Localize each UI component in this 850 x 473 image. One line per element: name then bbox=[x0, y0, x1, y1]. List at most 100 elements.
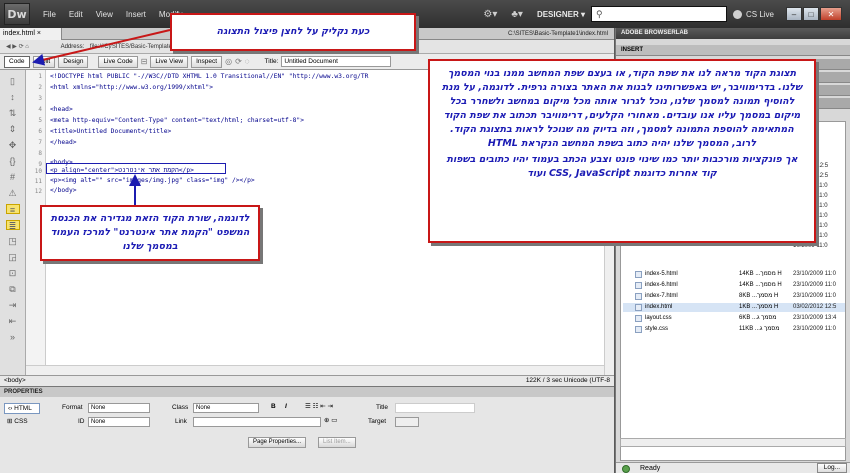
line-number: 1 bbox=[38, 73, 42, 80]
code-line: <meta http-equiv="Content-Type" content=… bbox=[50, 117, 305, 124]
title-input[interactable]: Untitled Document bbox=[281, 56, 392, 67]
file-name: index-7.html bbox=[645, 293, 678, 299]
file-row[interactable]: index-7.html 8KB ...מסמך H 23/10/2009 11:0 bbox=[623, 292, 845, 301]
insert-tab[interactable]: INSERT bbox=[616, 45, 850, 56]
file-size: 6KB ...מסמך ג bbox=[739, 315, 777, 321]
coding-toolbar: ▯ ↕ ⇅ ⇕ ✥ {} # ⚠ ≡ ≣ ◳ ◲ ⊡ ⧉ ⇥ ⇤ » bbox=[0, 70, 26, 375]
target-select[interactable] bbox=[395, 417, 419, 427]
bold-button[interactable]: B bbox=[271, 403, 276, 410]
point-to-file-icon[interactable]: ⊕ ▭ bbox=[324, 416, 337, 424]
multiscreen-icon[interactable]: ⊟ bbox=[141, 57, 148, 66]
file-row[interactable]: index-5.html 14KB ...מסמך H 23/10/2009 11:… bbox=[623, 270, 845, 279]
search-icon: ⚲ bbox=[595, 8, 603, 19]
maximize-button[interactable]: □ bbox=[803, 7, 819, 21]
line-number: 9 bbox=[38, 161, 42, 168]
balance-braces-icon[interactable]: {} bbox=[6, 156, 20, 166]
gear-icon[interactable]: ⚙▾ bbox=[483, 9, 497, 20]
file-date: 23/10/2009 11:0 bbox=[793, 282, 836, 288]
file-size: 1KB ...מסמך H bbox=[739, 304, 779, 310]
snippets-icon[interactable]: ⧉ bbox=[6, 284, 20, 294]
class-select[interactable]: None bbox=[193, 403, 259, 413]
files-horizontal-scrollbar[interactable] bbox=[620, 438, 846, 447]
search-input[interactable]: ⚲ bbox=[590, 6, 727, 22]
word-wrap-icon[interactable]: ≣ bbox=[5, 220, 20, 231]
highlight-invalid-icon[interactable]: ⚠ bbox=[6, 188, 20, 198]
cs-live-button[interactable]: CS Live bbox=[732, 9, 774, 19]
format-select[interactable]: None bbox=[88, 403, 150, 413]
visual-aids-icon[interactable]: ◌ bbox=[245, 57, 250, 66]
line-number: 3 bbox=[38, 95, 42, 102]
workspace-switcher[interactable]: DESIGNER ▾ bbox=[537, 10, 585, 19]
indent-icon[interactable]: ⇥ bbox=[6, 300, 20, 310]
refresh-icon[interactable]: ⟳ bbox=[235, 57, 242, 66]
menu-file[interactable]: File bbox=[43, 10, 56, 19]
title-prop-label: Title bbox=[376, 404, 389, 411]
files-status-bar: Ready Log... bbox=[616, 462, 850, 473]
code-line: <title>Untitled Document</title> bbox=[50, 128, 172, 135]
file-name: index-5.html bbox=[645, 271, 678, 277]
file-row[interactable]: layout.css 6KB ...מסמך ג 23/10/2009 13:4 bbox=[623, 314, 845, 323]
file-size: 11KB ...מסמך ג bbox=[739, 326, 780, 332]
inspect-button[interactable]: Inspect bbox=[191, 55, 223, 68]
css-mode-button[interactable]: ⊞ CSS bbox=[4, 417, 40, 428]
file-row[interactable]: index-6.html 14KB ...מסמך H 23/10/2009 11:… bbox=[623, 281, 845, 290]
code-view-button[interactable]: Code bbox=[4, 55, 30, 68]
title-label: Title: bbox=[264, 58, 279, 65]
code-line: <html xmlns="http://www.w3.org/1999/xhtm… bbox=[50, 84, 214, 91]
wrap-tag-icon[interactable]: ⊡ bbox=[6, 268, 20, 278]
collapse-tag-icon[interactable]: ↕ bbox=[6, 92, 20, 102]
file-name: index-6.html bbox=[645, 282, 678, 288]
italic-button[interactable]: I bbox=[285, 403, 287, 410]
expand-all-icon[interactable]: ⇕ bbox=[6, 124, 20, 134]
menu-edit[interactable]: Edit bbox=[69, 10, 83, 19]
dreamweaver-logo: Dw bbox=[4, 3, 30, 25]
html-mode-button[interactable]: ‹› HTML bbox=[4, 403, 40, 414]
browserlab-header[interactable]: ADOBE BROWSERLAB bbox=[616, 28, 850, 39]
properties-header[interactable]: PROPERTIES bbox=[0, 386, 614, 397]
id-select[interactable]: None bbox=[88, 417, 150, 427]
file-row[interactable]: style.css 11KB ...מסמך ג 23/10/2009 11:0 bbox=[623, 325, 845, 334]
uncomment-icon[interactable]: ◲ bbox=[6, 252, 20, 262]
syntax-error-icon[interactable]: ≡ bbox=[5, 204, 20, 215]
nav-arrows-icon[interactable]: ◀ ▶ ⟳ ⌂ bbox=[6, 44, 29, 50]
comment-icon[interactable]: ◳ bbox=[6, 236, 20, 246]
open-documents-icon[interactable]: ▯ bbox=[6, 76, 20, 86]
close-button[interactable]: ✕ bbox=[820, 7, 842, 21]
collapse-selection-icon[interactable]: ⇅ bbox=[6, 108, 20, 118]
line-numbers-icon[interactable]: # bbox=[6, 172, 20, 182]
design-view-button[interactable]: Design bbox=[58, 55, 89, 68]
status-bar: <body> 122K / 3 sec Unicode (UTF-8 bbox=[0, 375, 614, 386]
html-file-icon bbox=[635, 304, 642, 311]
line-number: 2 bbox=[38, 84, 42, 91]
cs-live-icon bbox=[732, 9, 742, 19]
format-source-icon[interactable]: » bbox=[6, 332, 20, 342]
file-row[interactable]: 10/2009 11:0 bbox=[623, 242, 845, 251]
properties-panel: ‹› HTML ⊞ CSS Format None ID None Class … bbox=[0, 397, 614, 473]
menu-view[interactable]: View bbox=[96, 10, 113, 19]
live-view-button[interactable]: Live View bbox=[150, 55, 189, 68]
class-label: Class bbox=[172, 404, 189, 411]
outdent-icon[interactable]: ⇤ bbox=[6, 316, 20, 326]
title-prop-input[interactable] bbox=[395, 403, 475, 413]
code-line: <!DOCTYPE html PUBLIC "-//W3C//DTD XHTML… bbox=[50, 73, 369, 80]
line-number: 11 bbox=[34, 178, 42, 185]
file-size: 14KB ...מסמך H bbox=[739, 271, 782, 277]
split-view-button[interactable]: Split bbox=[32, 55, 56, 68]
live-code-button[interactable]: Live Code bbox=[98, 55, 138, 68]
file-row[interactable]: index.html 1KB ...מסמך H 03/02/2012 12:5 bbox=[623, 303, 845, 312]
minimize-button[interactable]: – bbox=[786, 7, 802, 21]
select-parent-icon[interactable]: ✥ bbox=[6, 140, 20, 150]
menu-insert[interactable]: Insert bbox=[126, 10, 146, 19]
extensions-icon[interactable]: ♣▾ bbox=[511, 9, 523, 20]
document-path: C:\SITES\Basic-Template1\index.html bbox=[507, 31, 608, 37]
browser-preview-icon[interactable]: ◎ bbox=[225, 57, 232, 66]
log-button[interactable]: Log... bbox=[816, 463, 847, 473]
page-properties-button[interactable]: Page Properties... bbox=[248, 437, 307, 448]
list-item-button[interactable]: List Item... bbox=[318, 437, 356, 448]
code-horizontal-scrollbar[interactable] bbox=[26, 365, 604, 375]
document-tab[interactable]: index.html × bbox=[0, 28, 62, 40]
tag-selector[interactable]: <body> bbox=[4, 377, 26, 384]
link-input[interactable] bbox=[193, 417, 321, 427]
file-date: 23/10/2009 11:0 bbox=[793, 293, 836, 299]
list-buttons-icon[interactable]: ☰ ☷ ⇤ ⇥ bbox=[305, 402, 333, 410]
